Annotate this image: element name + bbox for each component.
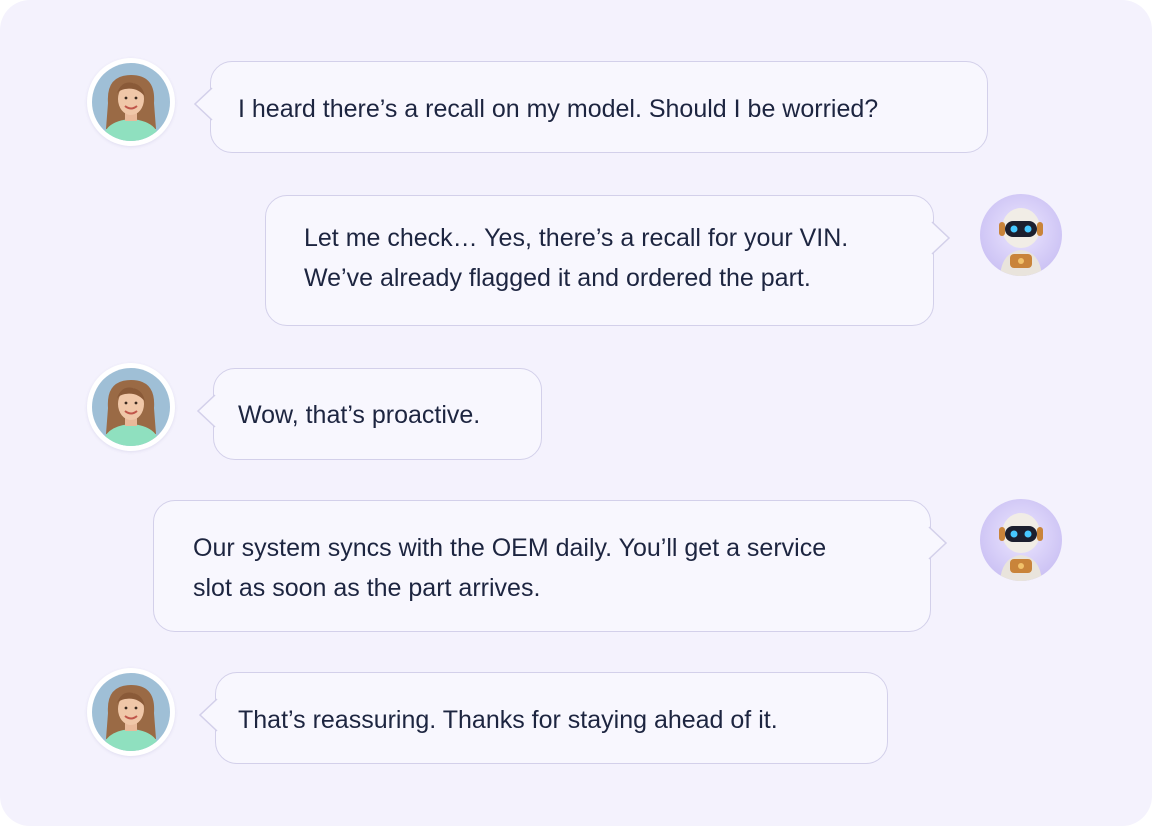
- customer-avatar-icon: [87, 58, 175, 146]
- message-bubble-customer: That’s reassuring. Thanks for staying ah…: [198, 672, 888, 764]
- message-bubble-assistant: Our system syncs with the OEM daily. You…: [153, 500, 948, 632]
- message-bubble-assistant: Let me check… Yes, there’s a recall for …: [265, 195, 951, 326]
- message-text: I heard there’s a recall on my model. Sh…: [238, 95, 879, 123]
- bubble-tail: [931, 221, 951, 255]
- message-text: slot as soon as the part arrives.: [193, 574, 541, 602]
- robot-avatar-icon: [980, 194, 1062, 276]
- bubble-tail: [196, 394, 216, 428]
- customer-avatar-icon: [87, 363, 175, 451]
- customer-avatar-icon: [87, 668, 175, 756]
- bubble-tail: [198, 698, 218, 732]
- message-bubble-customer: I heard there’s a recall on my model. Sh…: [193, 61, 988, 153]
- message-bubble-customer: Wow, that’s proactive.: [196, 368, 542, 460]
- message-text: Our system syncs with the OEM daily. You…: [193, 534, 827, 562]
- chat-panel: I heard there’s a recall on my model. Sh…: [0, 0, 1152, 826]
- bubble-tail: [928, 526, 948, 560]
- message-text: That’s reassuring. Thanks for staying ah…: [238, 706, 778, 734]
- robot-avatar-icon: [980, 499, 1062, 581]
- message-text: Let me check… Yes, there’s a recall for …: [304, 224, 849, 252]
- message-text: We’ve already flagged it and ordered the…: [304, 264, 811, 292]
- bubble-tail: [193, 87, 213, 121]
- message-text: Wow, that’s proactive.: [238, 401, 481, 429]
